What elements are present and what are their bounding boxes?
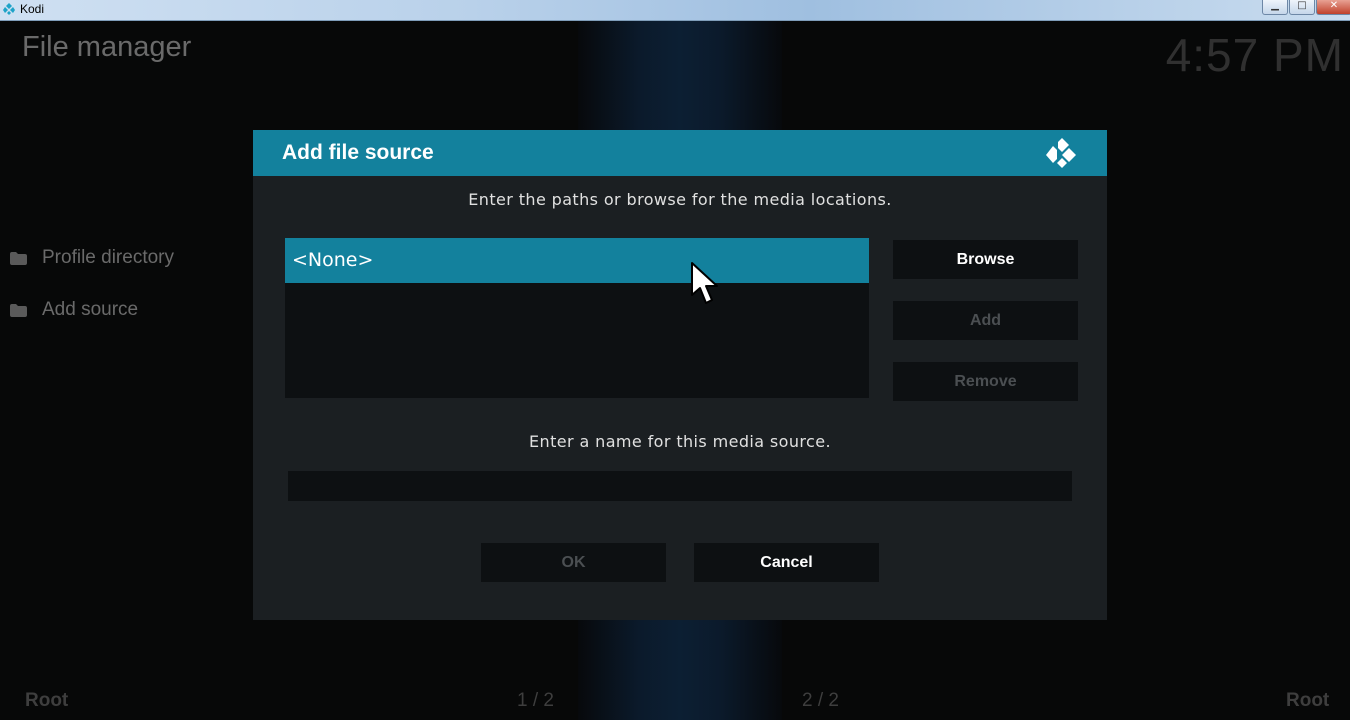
source-name-field[interactable] [288, 471, 1072, 501]
window-title: Kodi [20, 2, 45, 16]
footer-left-label: Root [25, 690, 69, 711]
mouse-cursor-icon [691, 262, 718, 304]
sidebar-item-label: Profile directory [42, 247, 174, 268]
folder-icon [10, 251, 27, 265]
name-instruction: Enter a name for this media source. [529, 432, 831, 451]
window-titlebar[interactable]: Kodi ▁ □ ✕ [0, 0, 1350, 21]
dialog-header: Add file source [253, 130, 1107, 176]
kodi-logo-icon [1046, 138, 1076, 168]
add-file-source-dialog: Add file source Enter the paths or brows… [253, 130, 1107, 620]
dialog-title: Add file source [282, 141, 434, 164]
add-button[interactable]: Add [893, 301, 1078, 340]
folder-icon [10, 303, 27, 317]
kodi-app-icon [3, 3, 15, 15]
paths-list[interactable]: <None> [285, 238, 869, 398]
close-button[interactable]: ✕ [1316, 0, 1350, 15]
footer-right-label: Root [1286, 690, 1330, 711]
browse-button[interactable]: Browse [893, 240, 1078, 279]
sidebar-item-label: Add source [42, 299, 139, 320]
page-title: File manager [22, 31, 192, 63]
sidebar-item-profile-directory[interactable]: Profile directory [10, 243, 174, 273]
remove-button[interactable]: Remove [893, 362, 1078, 401]
maximize-button[interactable]: □ [1289, 0, 1315, 15]
minimize-button[interactable]: ▁ [1262, 0, 1288, 15]
cancel-button[interactable]: Cancel [694, 543, 879, 582]
paths-instruction: Enter the paths or browse for the media … [468, 190, 892, 209]
path-list-item[interactable]: <None> [285, 238, 869, 283]
footer-left-page: 1 / 2 [517, 690, 554, 711]
sidebar-item-add-source[interactable]: Add source [10, 295, 138, 325]
footer-right-page: 2 / 2 [802, 690, 839, 711]
clock: 4:57 PM [1165, 29, 1344, 81]
ok-button[interactable]: OK [481, 543, 666, 582]
